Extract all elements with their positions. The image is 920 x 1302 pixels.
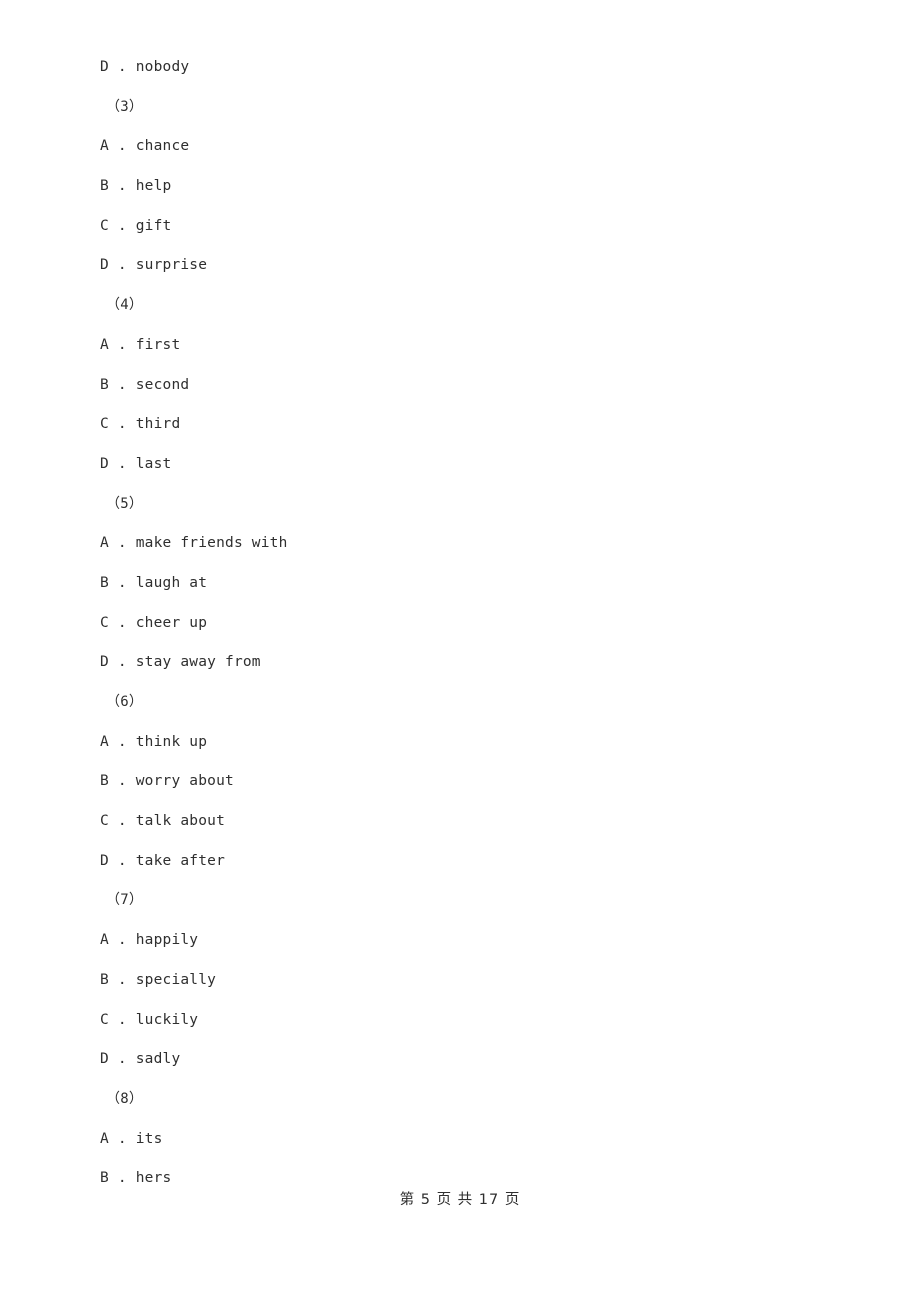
answer-option: C . talk about	[100, 813, 226, 830]
question-number: （8）	[106, 1090, 144, 1107]
answer-option: D . nobody	[100, 59, 190, 75]
answer-option: B . worry about	[100, 773, 234, 790]
answer-option: B . laugh at	[100, 574, 208, 591]
question-number: （3）	[106, 98, 144, 115]
answer-option: C . cheer up	[100, 614, 208, 631]
answer-option: D . sadly	[100, 1051, 181, 1068]
answer-option: A . its	[100, 1130, 163, 1147]
answer-option: D . stay away from	[100, 654, 261, 671]
answer-option: D . take after	[100, 852, 226, 869]
answer-option: D . last	[100, 455, 172, 472]
question-number: （4）	[106, 297, 144, 314]
question-options-list: D . nobody （3） A . chance B . help C . gift D…	[100, 48, 820, 1199]
answer-option: C . third	[100, 416, 181, 433]
answer-option: A . first	[100, 336, 181, 353]
document-page: D . nobody （3） A . chance B . help C . gift D…	[0, 0, 920, 1302]
answer-option: A . happily	[100, 932, 199, 949]
page-footer: 第 5 页 共 17 页	[399, 1192, 521, 1208]
answer-option: B . help	[100, 178, 172, 195]
answer-option: B . specially	[100, 971, 217, 988]
answer-option: A . think up	[100, 733, 208, 750]
question-number: （5）	[106, 495, 144, 512]
answer-option: B . second	[100, 376, 190, 393]
answer-option: A . make friends with	[100, 535, 288, 552]
answer-option: D . surprise	[100, 257, 208, 274]
question-number: （6）	[106, 694, 144, 710]
question-number: （7）	[106, 892, 144, 909]
answer-option: C . gift	[100, 217, 172, 234]
answer-option: C . luckily	[100, 1011, 199, 1028]
answer-option: A . chance	[100, 138, 190, 155]
